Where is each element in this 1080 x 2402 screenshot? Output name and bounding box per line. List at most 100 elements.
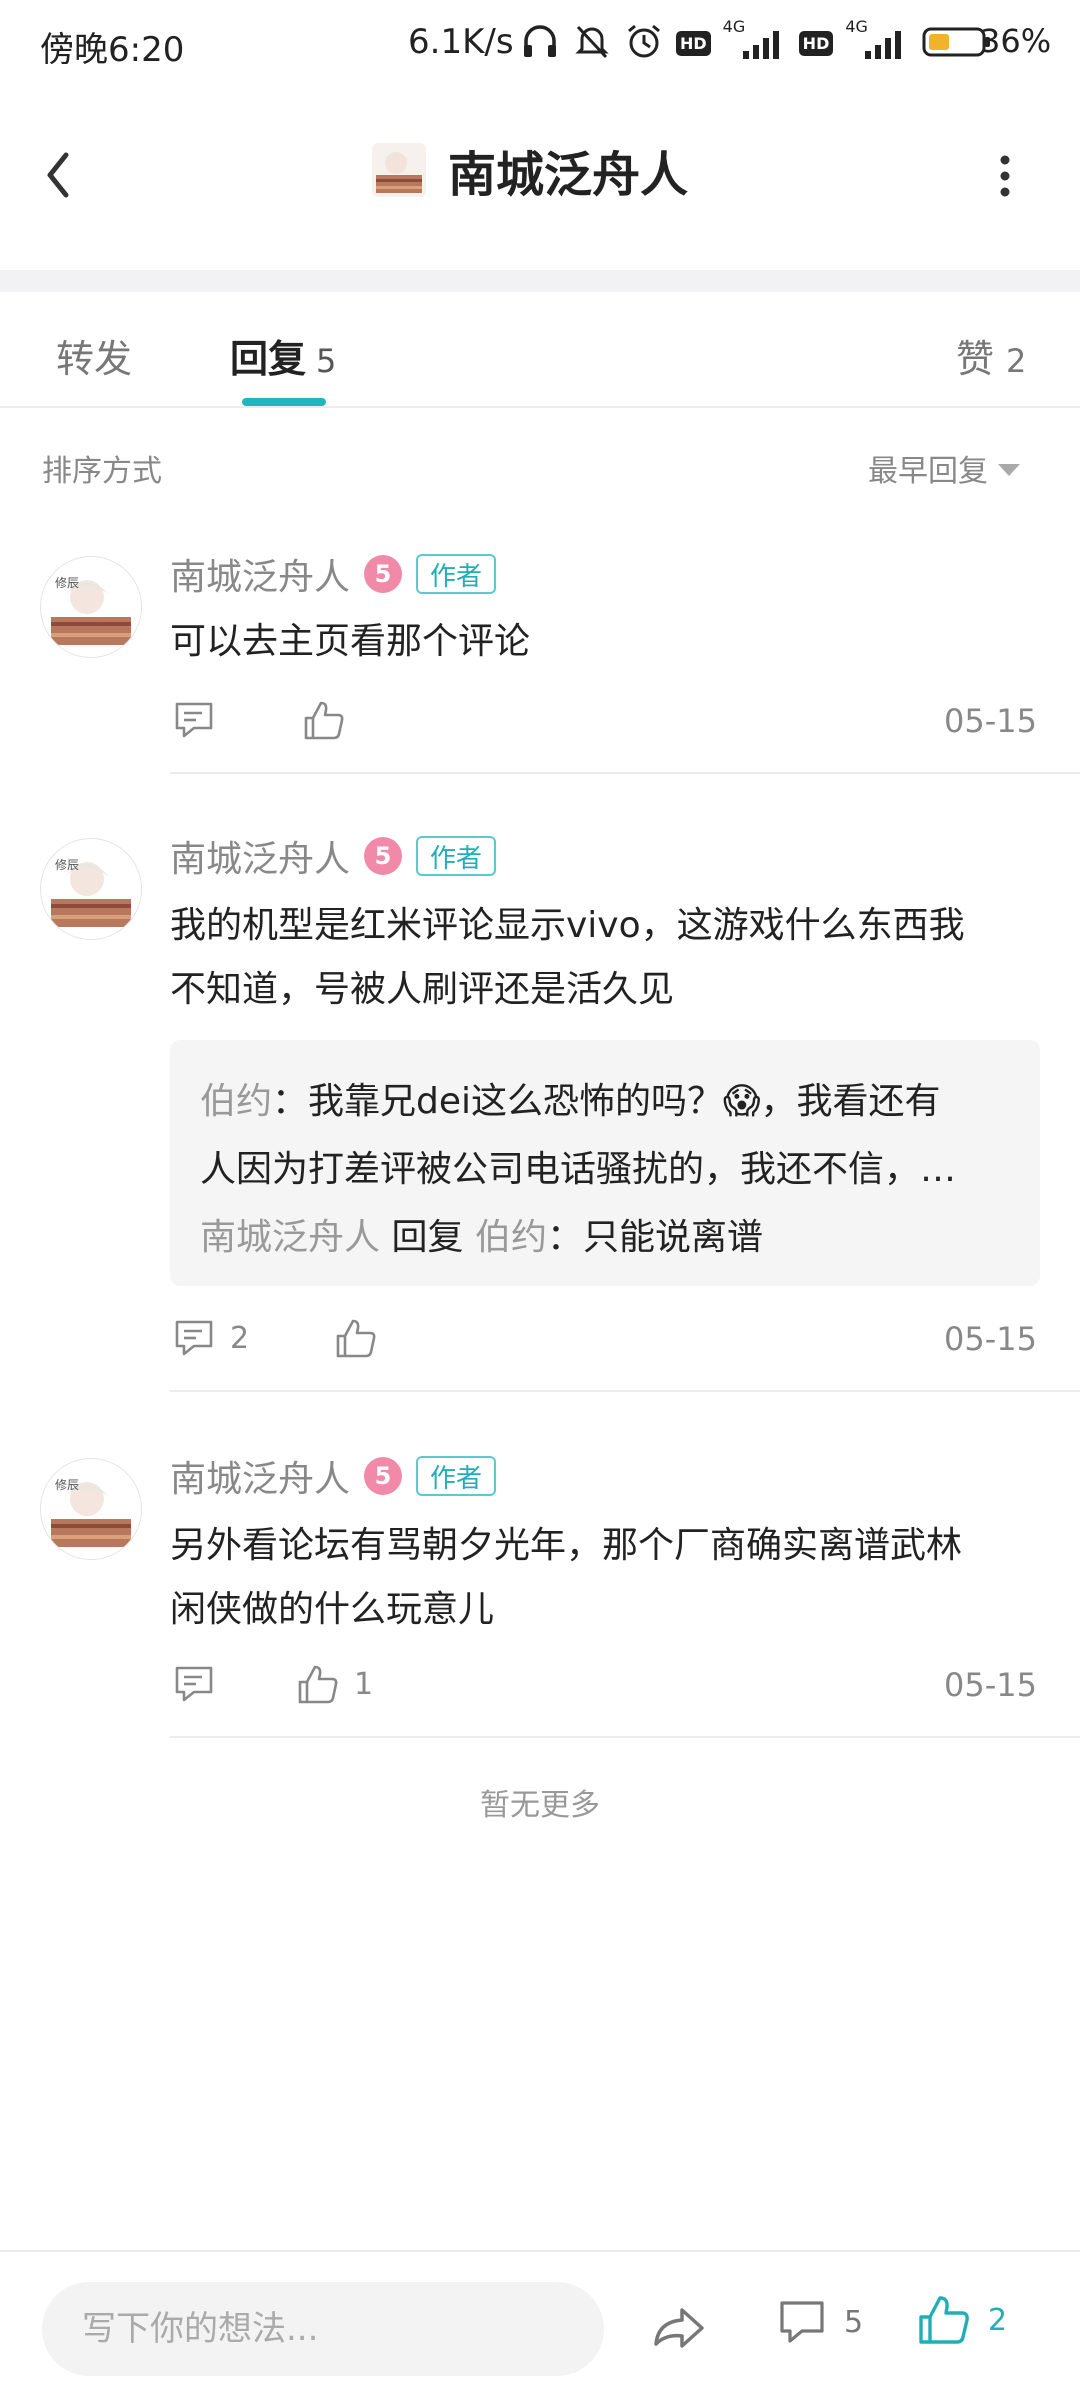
net-type-label: 4G [722,17,746,36]
reply-author-name[interactable]: 伯约 [200,1081,272,1122]
tab-like-count: 2 [1006,342,1027,380]
comment-count: 2 [230,1320,250,1356]
comment-date: 05-15 [944,1320,1037,1358]
bottom-like-count: 2 [988,2302,1008,2338]
comment-date: 05-15 [944,702,1037,740]
comment-text[interactable]: 另外看论坛有骂朝夕光年，那个厂商确实离谱武林 闲侠做的什么玩意儿 [170,1514,962,1642]
comment-text-line: 不知道，号被人刷评还是活久见 [170,969,675,1010]
svg-text:修辰: 修辰 [55,575,79,590]
comment-divider [170,1736,1080,1738]
comment-avatar[interactable]: 修辰 [40,1458,142,1560]
tab-like-label: 赞 [956,337,995,381]
sort-label: 排序方式 [42,454,162,489]
reply-target-name[interactable]: 伯约 [475,1217,547,1258]
comment-avatar[interactable]: 修辰 [40,838,142,940]
tab-reply-count: 5 [316,342,337,380]
reply-preview-box[interactable]: 伯约：我靠兄dei这么恐怖的吗？😱，我看还有 人因为打差评被公司电话骚扰的，我还… [170,1040,1040,1286]
comment-reply-button[interactable] [172,1662,230,1706]
bottom-action-bar: 5 2 [0,2250,1080,2402]
comment-icon [780,2301,824,2343]
reply-text: ：只能说离谱 [546,1217,763,1258]
hd-icon: HD [798,30,834,56]
reply-verb: 回复 [391,1217,464,1258]
thumbs-up-icon [336,1319,376,1358]
comment-text[interactable]: 我的机型是红米评论显示vivo，这游戏什么东西我 不知道，号被人刷评还是活久见 [170,894,965,1022]
level-badge: 5 [364,1457,403,1495]
comment-date: 05-15 [944,1666,1037,1704]
thumbs-up-icon [304,701,344,740]
like-count: 1 [354,1666,374,1702]
header-avatar[interactable] [372,143,426,197]
tab-reply-label: 回复 [230,337,307,381]
bottom-comment-count: 5 [844,2304,864,2340]
comment-text[interactable]: 可以去主页看那个评论 [170,610,530,674]
reply-preview-line: 人因为打差评被公司电话骚扰的，我还不信，… [200,1140,956,1200]
reply-preview-line: 伯约：我靠兄dei这么恐怖的吗？😱，我看还有 [200,1072,941,1132]
comment-author-name[interactable]: 南城泛舟人 [170,548,350,600]
bottom-like-button[interactable]: 2 [916,2292,1007,2348]
comment-icon [175,702,213,738]
battery-percent: 36% [980,22,1052,60]
comment-text-line: 可以去主页看那个评论 [170,621,531,662]
comment-text-line: 另外看论坛有骂朝夕光年，那个厂商确实离谱武林 [170,1525,963,1566]
share-icon [654,2308,704,2348]
nav-bar: 南城泛舟人 [0,95,1080,255]
level-badge: 5 [364,555,403,593]
no-more-label: 暂无更多 [480,1788,600,1823]
author-tag: 作者 [416,554,497,594]
signal-4g-icon: 4G [723,17,787,63]
level-badge: 5 [364,837,403,875]
reply-text: ：我靠兄dei这么恐怖的吗？😱，我看还有 [272,1081,941,1122]
page-title: 南城泛舟人 [448,147,689,203]
comment-divider [170,1390,1080,1392]
headphones-icon [520,21,560,65]
status-time: 傍晚6:20 [40,30,185,70]
back-button[interactable] [30,135,110,215]
thumbs-up-icon [919,2296,969,2344]
bell-off-icon [572,21,612,65]
network-speed: 6.1K/s [408,22,514,62]
thumbs-up-icon [298,1665,338,1704]
comment-author-name[interactable]: 南城泛舟人 [170,1450,350,1502]
author-tag: 作者 [416,836,497,876]
sort-dropdown[interactable]: 最早回复 [868,446,1020,490]
tab-reply[interactable]: 回复 5 [230,328,336,383]
status-bar: 傍晚6:20 6.1K/s HD 4G HD 4G 36% [0,0,1080,90]
tab-bar: 转发 回复 5 赞2 [0,292,1080,408]
comment-reply-button[interactable] [172,698,230,742]
status-icons: HD 4G HD 4G [520,17,993,68]
comment-input-wrapper [42,2282,604,2376]
section-divider [0,270,1080,292]
comment-text-line: 我的机型是红米评论显示vivo，这游戏什么东西我 [170,905,965,946]
svg-text:修辰: 修辰 [55,857,79,872]
comment-header: 南城泛舟人 5 作者 [170,548,497,600]
chevron-left-icon [47,152,69,198]
comment-avatar[interactable]: 修辰 [40,556,142,658]
alarm-icon [624,21,664,65]
comment-icon [175,1320,213,1356]
more-button[interactable] [975,140,1035,210]
comment-icon [175,1666,213,1702]
tab-forward[interactable]: 转发 [56,328,132,383]
share-button[interactable] [648,2298,708,2358]
comment-author-name[interactable]: 南城泛舟人 [170,830,350,882]
tab-indicator [242,398,326,406]
reply-text: 人因为打差评被公司电话骚扰的，我还不信，… [200,1149,957,1190]
hd-icon: HD [676,30,711,56]
comment-like-button[interactable]: 1 [296,1662,373,1706]
caret-down-icon [998,464,1020,476]
bottom-comment-button[interactable]: 5 [776,2296,863,2348]
signal-4g-icon: 4G [845,17,909,63]
comment-like-button[interactable] [334,1316,392,1360]
comment-input[interactable] [42,2282,604,2376]
comment-text-line: 闲侠做的什么玩意儿 [170,1589,495,1630]
comment-header: 南城泛舟人 5 作者 [170,830,497,882]
net-type-label: 4G [845,17,868,36]
comment-reply-button[interactable]: 2 [172,1316,249,1360]
comment-like-button[interactable] [302,698,360,742]
more-vertical-icon [1000,155,1010,197]
reply-preview-line: 南城泛舟人 回复 伯约：只能说离谱 [200,1208,763,1268]
comment-header: 南城泛舟人 5 作者 [170,1450,497,1502]
reply-author-name[interactable]: 南城泛舟人 [200,1217,380,1258]
tab-like[interactable]: 赞2 [956,328,1026,383]
